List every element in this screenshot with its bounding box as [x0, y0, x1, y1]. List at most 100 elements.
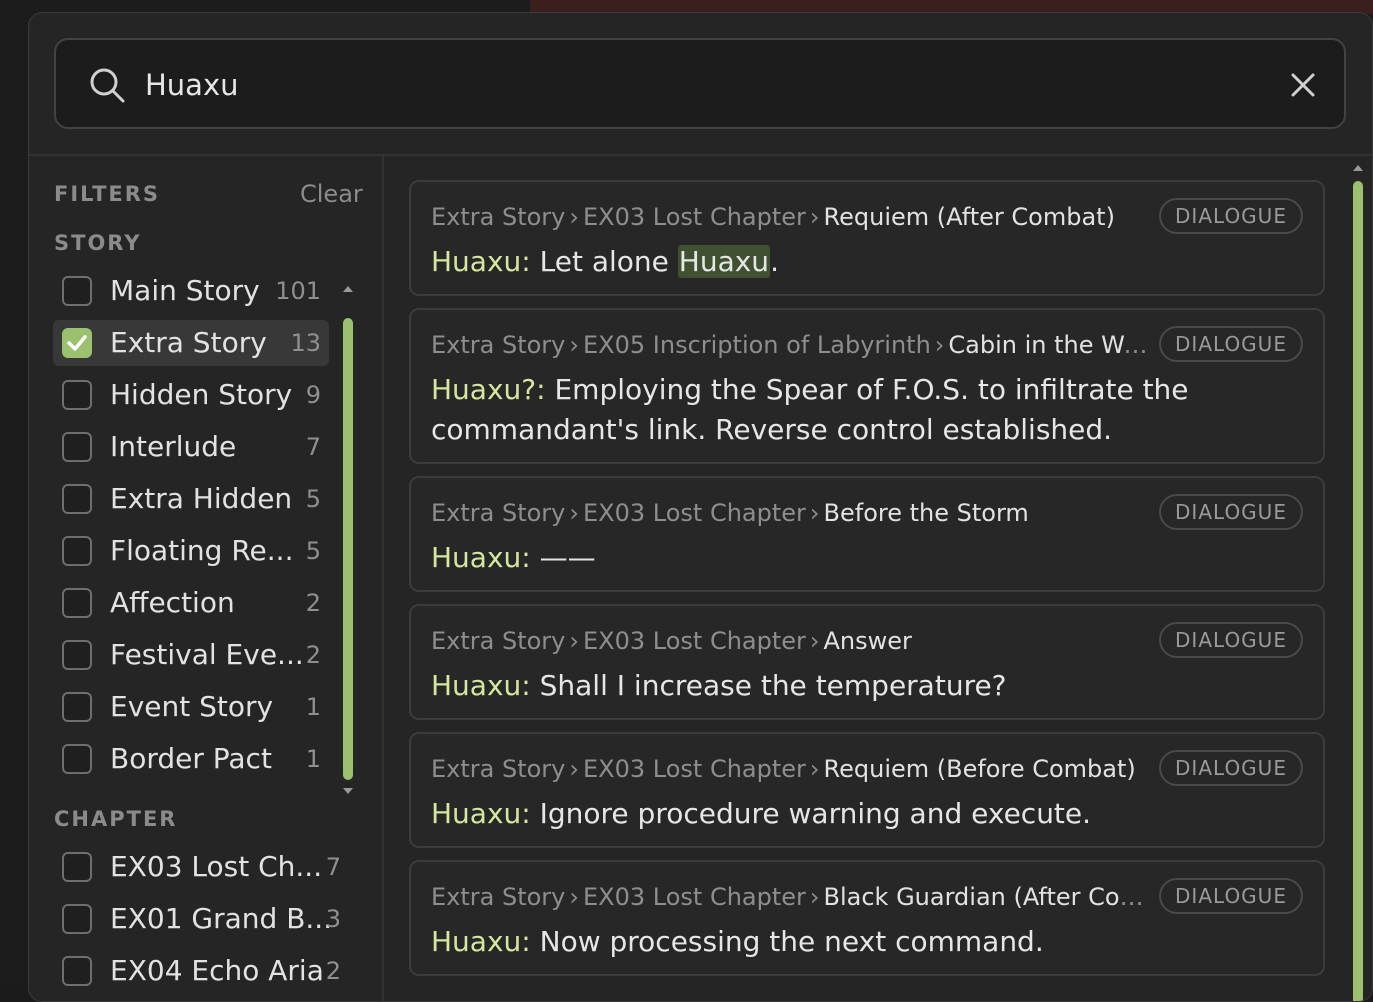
scroll-up-icon[interactable] [342, 284, 354, 294]
filter-count: 7 [305, 433, 321, 461]
breadcrumb: Extra Story › EX03 Lost Chapter › Requiem (A… [431, 200, 1151, 234]
scroll-down-icon[interactable] [342, 786, 354, 796]
breadcrumb-separator: › [809, 499, 820, 527]
result-card[interactable]: Extra Story › EX03 Lost Chapter › Before the… [409, 476, 1325, 592]
filter-count: 3 [325, 905, 341, 933]
filter-count: 101 [275, 277, 321, 305]
results-list: Extra Story › EX03 Lost Chapter › Requiem (A… [384, 156, 1372, 1001]
filter-label: Border Pact [110, 742, 272, 775]
checkbox[interactable] [62, 744, 92, 774]
breadcrumb-scene: Black Guardian (After Combat) [823, 883, 1151, 911]
breadcrumb-chapter: EX03 Lost Chapter [583, 883, 806, 911]
type-badge: DIALOGUE [1159, 494, 1303, 530]
checkbox[interactable] [62, 588, 92, 618]
filter-option[interactable]: Affection 2 [53, 580, 329, 626]
clear-filters-button[interactable]: Clear [300, 180, 363, 208]
result-card[interactable]: Extra Story › EX05 Inscription of Labyrint… [409, 308, 1325, 464]
line-text: Now processing the next command. [539, 925, 1044, 958]
line-text: Shall I increase the temperature? [539, 669, 1007, 702]
line-text: Let alone [539, 245, 678, 278]
filter-sidebar: FILTERS Clear STORY Main Story 101 Extra S… [29, 156, 382, 996]
checkbox[interactable] [62, 852, 92, 882]
breadcrumb-chapter: EX03 Lost Chapter [583, 755, 806, 783]
line-text-after: . [770, 245, 779, 278]
filter-option[interactable]: EX03 Lost Ch... 7 [53, 844, 349, 890]
filter-option[interactable]: Event Story 1 [53, 684, 329, 730]
filter-count: 9 [305, 381, 321, 409]
checkbox[interactable] [62, 640, 92, 670]
type-badge: DIALOGUE [1159, 878, 1303, 914]
dialogue-line: Huaxu: Ignore procedure warning and exec… [431, 794, 1251, 834]
check-icon [67, 335, 87, 351]
breadcrumb-scene: Requiem (Before Combat) [823, 755, 1136, 783]
speaker-name: Huaxu: [431, 925, 531, 958]
checkbox[interactable] [62, 904, 92, 934]
filter-option[interactable]: Festival Eve... 2 [53, 632, 329, 678]
checkbox[interactable] [62, 692, 92, 722]
results-scrollbar[interactable] [1351, 163, 1365, 1001]
checkbox[interactable] [62, 484, 92, 514]
filter-option[interactable]: Border Pact 1 [53, 736, 329, 782]
filter-option[interactable]: Hidden Story 9 [53, 372, 329, 418]
filter-option[interactable]: Extra Hidden 5 [53, 476, 329, 522]
dialogue-line: Huaxu?: Employing the Spear of F.O.S. to… [431, 370, 1251, 450]
filter-option[interactable]: Interlude 7 [53, 424, 329, 470]
breadcrumb-separator: › [569, 203, 579, 231]
filter-count: 5 [305, 485, 321, 513]
filter-label: Main Story [110, 274, 260, 307]
checkbox[interactable] [62, 276, 92, 306]
filter-label: Hidden Story [110, 378, 293, 411]
filter-option[interactable]: EX01 Grand B... 3 [53, 896, 349, 942]
scroll-thumb[interactable] [343, 318, 353, 780]
breadcrumb-separator: › [809, 883, 820, 911]
checkbox[interactable] [62, 432, 92, 462]
filter-label: Event Story [110, 690, 274, 723]
line-text: —— [539, 541, 596, 574]
close-icon[interactable] [1288, 70, 1318, 100]
breadcrumb-chapter: EX03 Lost Chapter [583, 203, 806, 231]
breadcrumb-category: Extra Story [431, 499, 566, 527]
type-badge: DIALOGUE [1159, 750, 1303, 786]
speaker-name: Huaxu: [431, 245, 531, 278]
breadcrumb-separator: › [934, 331, 945, 359]
filter-option[interactable]: Extra Story 13 [53, 320, 329, 366]
breadcrumb-scene: Before the Storm [823, 499, 1029, 527]
result-card[interactable]: Extra Story › EX03 Lost Chapter › Black Guar… [409, 860, 1325, 976]
dialogue-line: Huaxu: Now processing the next command. [431, 922, 1251, 962]
checkbox[interactable] [62, 328, 92, 358]
breadcrumb-chapter: EX03 Lost Chapter [583, 627, 806, 655]
breadcrumb: Extra Story › EX03 Lost Chapter › Black Guar… [431, 880, 1151, 914]
result-card[interactable]: Extra Story › EX03 Lost Chapter › Answer DIAL… [409, 604, 1325, 720]
breadcrumb-separator: › [569, 499, 579, 527]
checkbox[interactable] [62, 536, 92, 566]
search-input[interactable]: Huaxu [145, 65, 239, 105]
scroll-thumb[interactable] [1353, 181, 1363, 1001]
filter-label: EX01 Grand B... [110, 902, 333, 935]
breadcrumb-scene: Answer [823, 627, 912, 655]
filter-label: Extra Story [110, 326, 267, 359]
filter-option[interactable]: Floating Re... 5 [53, 528, 329, 574]
filter-label: Floating Re... [110, 534, 294, 567]
scroll-up-icon[interactable] [1352, 163, 1364, 173]
result-card[interactable]: Extra Story › EX03 Lost Chapter › Requiem (A… [409, 180, 1325, 296]
chapter-section-title: CHAPTER [54, 807, 178, 831]
breadcrumb-category: Extra Story [431, 331, 566, 359]
filter-label: EX04 Echo Aria [110, 954, 324, 987]
checkbox[interactable] [62, 380, 92, 410]
filter-count: 7 [325, 853, 341, 881]
search-bar[interactable]: Huaxu [54, 38, 1346, 129]
breadcrumb-separator: › [809, 203, 820, 231]
dialogue-line: Huaxu: Let alone Huaxu. [431, 242, 1251, 282]
filter-option[interactable]: EX04 Echo Aria 2 [53, 948, 349, 994]
result-card[interactable]: Extra Story › EX03 Lost Chapter › Requiem (B… [409, 732, 1325, 848]
breadcrumb-category: Extra Story [431, 627, 566, 655]
breadcrumb: Extra Story › EX03 Lost Chapter › Requiem (B… [431, 752, 1151, 786]
filter-label: EX03 Lost Ch... [110, 850, 323, 883]
filter-count: 2 [305, 589, 321, 617]
search-icon [90, 68, 125, 103]
story-list-scrollbar[interactable] [342, 286, 354, 794]
speaker-name: Huaxu: [431, 669, 531, 702]
filter-count: 1 [305, 693, 321, 721]
dialogue-line: Huaxu: Shall I increase the temperature? [431, 666, 1251, 706]
filter-option[interactable]: Main Story 101 [53, 268, 329, 314]
